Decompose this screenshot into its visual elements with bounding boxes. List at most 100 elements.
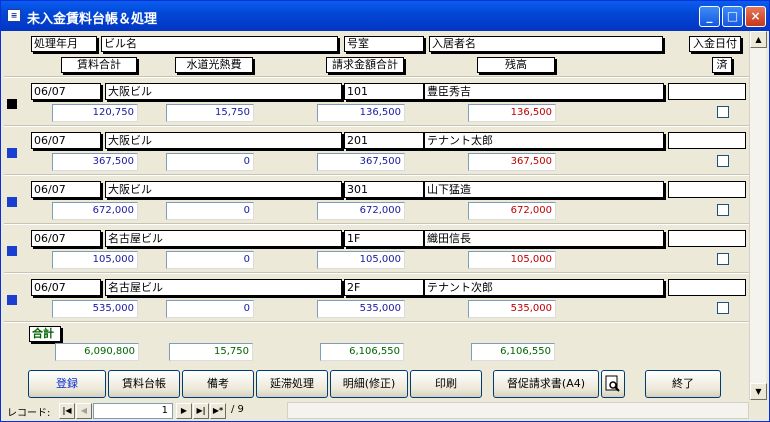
- tenant-field[interactable]: 織田信長: [424, 230, 664, 247]
- maximize-button[interactable]: □: [722, 6, 743, 27]
- period-field[interactable]: 06/07: [31, 83, 101, 100]
- utility-field[interactable]: 15,750: [166, 104, 254, 122]
- building-field[interactable]: 大阪ビル: [105, 181, 342, 198]
- billed-field[interactable]: 535,000: [317, 300, 405, 318]
- rent-field[interactable]: 535,000: [52, 300, 138, 318]
- header-pay-date: 入金日付: [689, 36, 741, 52]
- last-record-icon[interactable]: ▶|: [193, 403, 209, 419]
- register-button[interactable]: 登録: [28, 370, 106, 398]
- new-record-icon[interactable]: ▶*: [210, 403, 226, 419]
- close-button[interactable]: ×: [745, 6, 766, 27]
- row-divider: [4, 125, 749, 127]
- rent-ledger-button[interactable]: 賃料台帳: [108, 370, 180, 398]
- utility-field[interactable]: 0: [166, 251, 254, 269]
- balance-field[interactable]: 105,000: [468, 251, 556, 269]
- exit-button[interactable]: 終了: [645, 370, 721, 398]
- billed-field[interactable]: 672,000: [317, 202, 405, 220]
- totals-label: 合計: [29, 326, 61, 342]
- utility-field[interactable]: 0: [166, 300, 254, 318]
- balance-field[interactable]: 136,500: [468, 104, 556, 122]
- row-divider: [4, 76, 749, 78]
- building-field[interactable]: 名古屋ビル: [105, 230, 342, 247]
- billed-field[interactable]: 105,000: [317, 251, 405, 269]
- balance-field[interactable]: 672,000: [468, 202, 556, 220]
- rent-field[interactable]: 105,000: [52, 251, 138, 269]
- building-field[interactable]: 名古屋ビル: [105, 279, 342, 296]
- scroll-down-icon[interactable]: ▼: [750, 383, 767, 400]
- building-field[interactable]: 大阪ビル: [105, 83, 342, 100]
- total-billed-field: 6,106,550: [320, 343, 404, 361]
- total-rent-field: 6,090,800: [55, 343, 139, 361]
- pay-date-input[interactable]: [668, 181, 746, 198]
- period-field[interactable]: 06/07: [31, 279, 101, 296]
- header-room: 号室: [344, 36, 424, 52]
- balance-field[interactable]: 367,500: [468, 153, 556, 171]
- utility-field[interactable]: 0: [166, 202, 254, 220]
- room-field[interactable]: 1F: [344, 230, 424, 247]
- period-field[interactable]: 06/07: [31, 181, 101, 198]
- preview-icon: [605, 375, 620, 392]
- done-checkbox[interactable]: [717, 253, 729, 265]
- rent-field[interactable]: 367,500: [52, 153, 138, 171]
- first-record-icon[interactable]: |◀: [59, 403, 75, 419]
- room-field[interactable]: 201: [344, 132, 424, 149]
- form-icon: ≡: [7, 9, 21, 22]
- record-number-input[interactable]: 1: [93, 403, 173, 419]
- record-selector-icon[interactable]: [7, 295, 17, 305]
- scroll-up-icon[interactable]: ▲: [750, 31, 767, 48]
- pay-date-input[interactable]: [668, 132, 746, 149]
- record-selector-icon[interactable]: [7, 197, 17, 207]
- record-selector-icon[interactable]: [7, 148, 17, 158]
- record-label: レコード:: [7, 408, 51, 419]
- record-selector-icon[interactable]: [7, 246, 17, 256]
- tenant-field[interactable]: テナント次郎: [424, 279, 664, 296]
- reminder-invoice-button[interactable]: 督促請求書(A4): [493, 370, 599, 398]
- utility-field[interactable]: 0: [166, 153, 254, 171]
- vertical-scrollbar[interactable]: ▲ ▼: [749, 31, 767, 401]
- prev-record-icon[interactable]: ◀: [76, 403, 92, 419]
- record-total: / 9: [231, 404, 244, 415]
- header-building: ビル名: [101, 36, 338, 52]
- done-checkbox[interactable]: [717, 302, 729, 314]
- total-balance-field: 6,106,550: [471, 343, 555, 361]
- done-checkbox[interactable]: [717, 106, 729, 118]
- building-field[interactable]: 大阪ビル: [105, 132, 342, 149]
- late-fee-button[interactable]: 延滞処理: [256, 370, 328, 398]
- header-period: 処理年月: [31, 36, 97, 52]
- done-checkbox[interactable]: [717, 155, 729, 167]
- horizontal-scrollbar[interactable]: [287, 402, 749, 419]
- done-checkbox[interactable]: [717, 204, 729, 216]
- billed-field[interactable]: 136,500: [317, 104, 405, 122]
- period-field[interactable]: 06/07: [31, 132, 101, 149]
- period-field[interactable]: 06/07: [31, 230, 101, 247]
- rent-field[interactable]: 120,750: [52, 104, 138, 122]
- minimize-button[interactable]: _: [699, 6, 720, 27]
- window-title: 未入金賃料台帳＆処理: [27, 12, 158, 27]
- notes-button[interactable]: 備考: [182, 370, 254, 398]
- billed-field[interactable]: 367,500: [317, 153, 405, 171]
- header-utilities: 水道光熱費: [175, 57, 253, 73]
- header-balance: 残高: [477, 57, 555, 73]
- app-window: ≡ 未入金賃料台帳＆処理 _ □ × 処理年月 ビル名 号室 入居者名 入金日付…: [0, 0, 770, 422]
- details-button[interactable]: 明細(修正): [330, 370, 408, 398]
- pay-date-input[interactable]: [668, 230, 746, 247]
- print-preview-button[interactable]: [601, 370, 625, 398]
- tenant-field[interactable]: 豊臣秀吉: [424, 83, 664, 100]
- tenant-field[interactable]: テナント太郎: [424, 132, 664, 149]
- next-record-icon[interactable]: ▶: [176, 403, 192, 419]
- row-divider: [4, 223, 749, 225]
- tenant-field[interactable]: 山下猛造: [424, 181, 664, 198]
- room-field[interactable]: 301: [344, 181, 424, 198]
- pay-date-input[interactable]: [668, 279, 746, 296]
- total-utility-field: 15,750: [169, 343, 253, 361]
- balance-field[interactable]: 535,000: [468, 300, 556, 318]
- header-billed-total: 請求金額合計: [326, 57, 404, 73]
- room-field[interactable]: 101: [344, 83, 424, 100]
- room-field[interactable]: 2F: [344, 279, 424, 296]
- rent-field[interactable]: 672,000: [52, 202, 138, 220]
- pay-date-input[interactable]: [668, 83, 746, 100]
- record-selector-icon[interactable]: [7, 99, 17, 109]
- row-divider: [4, 272, 749, 274]
- print-button[interactable]: 印刷: [410, 370, 482, 398]
- form-body: 処理年月 ビル名 号室 入居者名 入金日付 賃料合計 水道光熱費 請求金額合計 …: [4, 31, 749, 399]
